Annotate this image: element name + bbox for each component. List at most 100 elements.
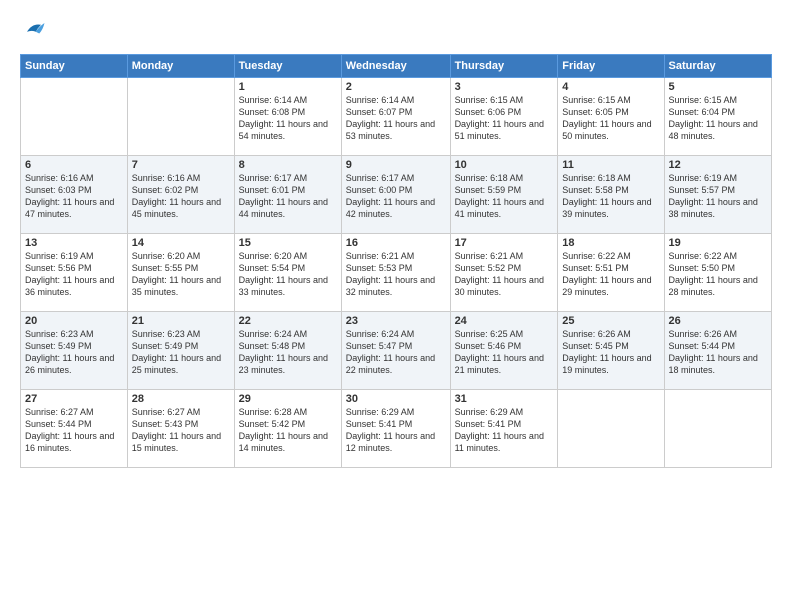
weekday-header-friday: Friday bbox=[558, 55, 664, 78]
calendar-cell bbox=[664, 390, 771, 468]
day-info: Sunrise: 6:27 AM Sunset: 5:43 PM Dayligh… bbox=[132, 406, 230, 455]
day-number: 8 bbox=[239, 159, 337, 171]
calendar-cell: 23 Sunrise: 6:24 AM Sunset: 5:47 PM Dayl… bbox=[341, 312, 450, 390]
calendar-cell: 4 Sunrise: 6:15 AM Sunset: 6:05 PM Dayli… bbox=[558, 78, 664, 156]
weekday-header-saturday: Saturday bbox=[664, 55, 771, 78]
logo-bird-icon bbox=[20, 16, 48, 44]
day-number: 20 bbox=[25, 315, 123, 327]
calendar-cell: 26 Sunrise: 6:26 AM Sunset: 5:44 PM Dayl… bbox=[664, 312, 771, 390]
calendar-cell: 27 Sunrise: 6:27 AM Sunset: 5:44 PM Dayl… bbox=[21, 390, 128, 468]
calendar-cell: 30 Sunrise: 6:29 AM Sunset: 5:41 PM Dayl… bbox=[341, 390, 450, 468]
day-info: Sunrise: 6:19 AM Sunset: 5:56 PM Dayligh… bbox=[25, 250, 123, 299]
day-number: 14 bbox=[132, 237, 230, 249]
calendar-cell: 8 Sunrise: 6:17 AM Sunset: 6:01 PM Dayli… bbox=[234, 156, 341, 234]
day-number: 6 bbox=[25, 159, 123, 171]
day-number: 31 bbox=[455, 393, 554, 405]
calendar-cell: 9 Sunrise: 6:17 AM Sunset: 6:00 PM Dayli… bbox=[341, 156, 450, 234]
day-info: Sunrise: 6:22 AM Sunset: 5:51 PM Dayligh… bbox=[562, 250, 659, 299]
day-info: Sunrise: 6:29 AM Sunset: 5:41 PM Dayligh… bbox=[346, 406, 446, 455]
day-number: 16 bbox=[346, 237, 446, 249]
day-number: 26 bbox=[669, 315, 767, 327]
calendar-cell: 6 Sunrise: 6:16 AM Sunset: 6:03 PM Dayli… bbox=[21, 156, 128, 234]
calendar-cell: 13 Sunrise: 6:19 AM Sunset: 5:56 PM Dayl… bbox=[21, 234, 128, 312]
calendar-week-2: 6 Sunrise: 6:16 AM Sunset: 6:03 PM Dayli… bbox=[21, 156, 772, 234]
day-number: 22 bbox=[239, 315, 337, 327]
day-info: Sunrise: 6:15 AM Sunset: 6:05 PM Dayligh… bbox=[562, 94, 659, 143]
calendar-cell: 14 Sunrise: 6:20 AM Sunset: 5:55 PM Dayl… bbox=[127, 234, 234, 312]
calendar-cell: 10 Sunrise: 6:18 AM Sunset: 5:59 PM Dayl… bbox=[450, 156, 558, 234]
calendar-body: 1 Sunrise: 6:14 AM Sunset: 6:08 PM Dayli… bbox=[21, 78, 772, 468]
day-info: Sunrise: 6:16 AM Sunset: 6:02 PM Dayligh… bbox=[132, 172, 230, 221]
day-info: Sunrise: 6:19 AM Sunset: 5:57 PM Dayligh… bbox=[669, 172, 767, 221]
day-info: Sunrise: 6:20 AM Sunset: 5:54 PM Dayligh… bbox=[239, 250, 337, 299]
day-number: 18 bbox=[562, 237, 659, 249]
day-info: Sunrise: 6:16 AM Sunset: 6:03 PM Dayligh… bbox=[25, 172, 123, 221]
day-info: Sunrise: 6:23 AM Sunset: 5:49 PM Dayligh… bbox=[132, 328, 230, 377]
day-info: Sunrise: 6:29 AM Sunset: 5:41 PM Dayligh… bbox=[455, 406, 554, 455]
day-info: Sunrise: 6:24 AM Sunset: 5:48 PM Dayligh… bbox=[239, 328, 337, 377]
calendar-cell bbox=[558, 390, 664, 468]
day-number: 10 bbox=[455, 159, 554, 171]
calendar-cell: 20 Sunrise: 6:23 AM Sunset: 5:49 PM Dayl… bbox=[21, 312, 128, 390]
day-number: 5 bbox=[669, 81, 767, 93]
calendar-cell: 19 Sunrise: 6:22 AM Sunset: 5:50 PM Dayl… bbox=[664, 234, 771, 312]
calendar-cell: 17 Sunrise: 6:21 AM Sunset: 5:52 PM Dayl… bbox=[450, 234, 558, 312]
day-number: 23 bbox=[346, 315, 446, 327]
day-number: 25 bbox=[562, 315, 659, 327]
weekday-header-wednesday: Wednesday bbox=[341, 55, 450, 78]
day-info: Sunrise: 6:26 AM Sunset: 5:45 PM Dayligh… bbox=[562, 328, 659, 377]
day-number: 28 bbox=[132, 393, 230, 405]
calendar-cell: 11 Sunrise: 6:18 AM Sunset: 5:58 PM Dayl… bbox=[558, 156, 664, 234]
calendar-cell: 2 Sunrise: 6:14 AM Sunset: 6:07 PM Dayli… bbox=[341, 78, 450, 156]
day-info: Sunrise: 6:17 AM Sunset: 6:01 PM Dayligh… bbox=[239, 172, 337, 221]
day-number: 2 bbox=[346, 81, 446, 93]
day-info: Sunrise: 6:15 AM Sunset: 6:04 PM Dayligh… bbox=[669, 94, 767, 143]
day-number: 15 bbox=[239, 237, 337, 249]
page: SundayMondayTuesdayWednesdayThursdayFrid… bbox=[0, 0, 792, 612]
day-info: Sunrise: 6:26 AM Sunset: 5:44 PM Dayligh… bbox=[669, 328, 767, 377]
day-number: 9 bbox=[346, 159, 446, 171]
calendar-cell: 18 Sunrise: 6:22 AM Sunset: 5:51 PM Dayl… bbox=[558, 234, 664, 312]
calendar-cell: 24 Sunrise: 6:25 AM Sunset: 5:46 PM Dayl… bbox=[450, 312, 558, 390]
day-info: Sunrise: 6:14 AM Sunset: 6:07 PM Dayligh… bbox=[346, 94, 446, 143]
day-number: 7 bbox=[132, 159, 230, 171]
day-number: 17 bbox=[455, 237, 554, 249]
day-info: Sunrise: 6:27 AM Sunset: 5:44 PM Dayligh… bbox=[25, 406, 123, 455]
calendar-cell: 12 Sunrise: 6:19 AM Sunset: 5:57 PM Dayl… bbox=[664, 156, 771, 234]
day-number: 4 bbox=[562, 81, 659, 93]
day-number: 3 bbox=[455, 81, 554, 93]
calendar-header-row: SundayMondayTuesdayWednesdayThursdayFrid… bbox=[21, 55, 772, 78]
calendar-week-1: 1 Sunrise: 6:14 AM Sunset: 6:08 PM Dayli… bbox=[21, 78, 772, 156]
day-info: Sunrise: 6:25 AM Sunset: 5:46 PM Dayligh… bbox=[455, 328, 554, 377]
day-number: 29 bbox=[239, 393, 337, 405]
weekday-header-tuesday: Tuesday bbox=[234, 55, 341, 78]
day-number: 24 bbox=[455, 315, 554, 327]
logo bbox=[20, 16, 52, 44]
calendar-week-3: 13 Sunrise: 6:19 AM Sunset: 5:56 PM Dayl… bbox=[21, 234, 772, 312]
day-info: Sunrise: 6:21 AM Sunset: 5:53 PM Dayligh… bbox=[346, 250, 446, 299]
calendar-cell: 3 Sunrise: 6:15 AM Sunset: 6:06 PM Dayli… bbox=[450, 78, 558, 156]
day-number: 12 bbox=[669, 159, 767, 171]
calendar-cell bbox=[21, 78, 128, 156]
day-info: Sunrise: 6:17 AM Sunset: 6:00 PM Dayligh… bbox=[346, 172, 446, 221]
day-number: 21 bbox=[132, 315, 230, 327]
day-info: Sunrise: 6:28 AM Sunset: 5:42 PM Dayligh… bbox=[239, 406, 337, 455]
header bbox=[20, 16, 772, 44]
day-info: Sunrise: 6:23 AM Sunset: 5:49 PM Dayligh… bbox=[25, 328, 123, 377]
day-info: Sunrise: 6:18 AM Sunset: 5:58 PM Dayligh… bbox=[562, 172, 659, 221]
day-info: Sunrise: 6:22 AM Sunset: 5:50 PM Dayligh… bbox=[669, 250, 767, 299]
day-info: Sunrise: 6:20 AM Sunset: 5:55 PM Dayligh… bbox=[132, 250, 230, 299]
calendar-cell: 31 Sunrise: 6:29 AM Sunset: 5:41 PM Dayl… bbox=[450, 390, 558, 468]
day-number: 19 bbox=[669, 237, 767, 249]
day-number: 30 bbox=[346, 393, 446, 405]
calendar-week-5: 27 Sunrise: 6:27 AM Sunset: 5:44 PM Dayl… bbox=[21, 390, 772, 468]
calendar-cell bbox=[127, 78, 234, 156]
calendar-cell: 28 Sunrise: 6:27 AM Sunset: 5:43 PM Dayl… bbox=[127, 390, 234, 468]
calendar-cell: 22 Sunrise: 6:24 AM Sunset: 5:48 PM Dayl… bbox=[234, 312, 341, 390]
calendar-cell: 1 Sunrise: 6:14 AM Sunset: 6:08 PM Dayli… bbox=[234, 78, 341, 156]
day-info: Sunrise: 6:18 AM Sunset: 5:59 PM Dayligh… bbox=[455, 172, 554, 221]
calendar-cell: 25 Sunrise: 6:26 AM Sunset: 5:45 PM Dayl… bbox=[558, 312, 664, 390]
calendar-table: SundayMondayTuesdayWednesdayThursdayFrid… bbox=[20, 54, 772, 468]
day-number: 27 bbox=[25, 393, 123, 405]
day-number: 11 bbox=[562, 159, 659, 171]
